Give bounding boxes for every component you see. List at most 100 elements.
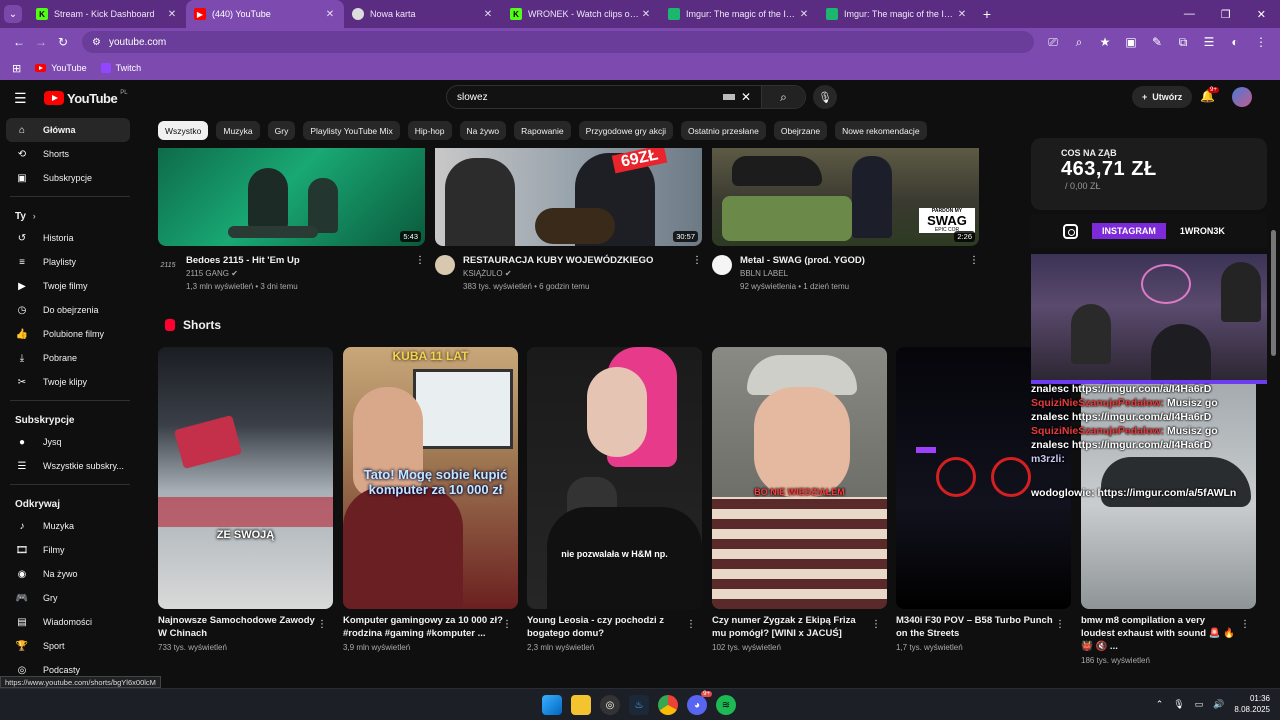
video-title[interactable]: Bedoes 2115 - Hit 'Em Up: [186, 255, 415, 267]
tab-close-icon[interactable]: ✕: [166, 9, 178, 20]
create-button[interactable]: + Utwórz: [1132, 86, 1193, 108]
short-card[interactable]: nie pozwalała w H&M np. Young Leosia - c…: [527, 347, 702, 652]
site-info-icon[interactable]: ⚙: [92, 37, 101, 48]
sidebar-item-home[interactable]: ⌂ Główna: [6, 118, 130, 142]
sidebar-item-news[interactable]: ▤ Wiadomości: [6, 610, 130, 634]
filter-chip[interactable]: Hip-hop: [407, 121, 452, 140]
video-card[interactable]: 69ZŁ 30:57 RESTAURACJA KUBY WOJEWÓDZKIEG…: [435, 148, 702, 293]
sidebar-item-download[interactable]: ⤓ Pobrane: [6, 346, 130, 370]
sidebar-item-music[interactable]: ♪ Muzyka: [6, 514, 130, 538]
cast-icon[interactable]: ⎚: [1042, 31, 1064, 53]
video-title[interactable]: Metal - SWAG (prod. YGOD): [740, 255, 969, 267]
minimize-icon[interactable]: —: [1184, 8, 1195, 21]
page-scrollbar[interactable]: [1271, 230, 1276, 356]
video-thumbnail[interactable]: 69ZŁ 30:57: [435, 148, 702, 246]
sidebar-item-all-subscriptions[interactable]: ☰ Wszystkie subskry...: [6, 454, 130, 478]
sidebar-item-sport[interactable]: 🏆 Sport: [6, 634, 130, 658]
apps-grid-icon[interactable]: ⊞: [12, 62, 21, 75]
short-options-icon[interactable]: ⋮: [1055, 619, 1065, 630]
short-options-icon[interactable]: ⋮: [1240, 619, 1250, 630]
short-title[interactable]: bmw m8 compilation a very loudest exhaus…: [1081, 614, 1241, 653]
reload-icon[interactable]: ↻: [52, 31, 74, 53]
sidebar-item-your-videos[interactable]: ▶ Twoje filmy: [6, 274, 130, 298]
steam-icon[interactable]: ♨: [629, 695, 649, 715]
search-input[interactable]: slowez: [447, 92, 723, 103]
file-explorer-icon[interactable]: [571, 695, 591, 715]
discord-icon[interactable]: ◕ 9+: [687, 691, 712, 715]
browser-tab[interactable]: ▶ (440) YouTube ✕: [186, 0, 344, 28]
extension-icon[interactable]: ▣: [1120, 31, 1142, 53]
search-button[interactable]: ⌕: [761, 86, 805, 108]
filter-chip[interactable]: Gry: [267, 121, 296, 140]
filter-chip[interactable]: Wszystko: [158, 121, 209, 140]
video-options-icon[interactable]: ⋮: [969, 255, 979, 293]
video-options-icon[interactable]: ⋮: [415, 255, 425, 293]
video-title[interactable]: RESTAURACJA KUBY WOJEWÓDZKIEGO: [463, 255, 692, 267]
youtube-logo[interactable]: YouTube PL: [44, 90, 128, 106]
guide-menu-icon[interactable]: ☰: [14, 90, 32, 107]
browser-tab[interactable]: K WRONEK - Watch clips on Kick✕: [502, 0, 660, 28]
sidebar-item-subscriptions[interactable]: ▣ Subskrypcje: [6, 166, 130, 190]
channel-name[interactable]: KSIĄŻULO ✔: [463, 267, 692, 280]
video-thumbnail[interactable]: PARDON MY SWAG EPIC COR 2:26: [712, 148, 979, 246]
tab-close-icon[interactable]: ✕: [640, 9, 652, 20]
short-card[interactable]: BO NIE WIEDZIAŁEM Czy numer Zygzak z Eki…: [712, 347, 887, 652]
tray-chevron-icon[interactable]: ⌃: [1156, 699, 1164, 710]
short-thumbnail[interactable]: ZE SWOJĄ: [158, 347, 333, 609]
filter-chip[interactable]: Muzyka: [216, 121, 260, 140]
channel-name[interactable]: BBLN LABEL: [740, 267, 969, 280]
filter-chip[interactable]: Przygodowe gry akcji: [578, 121, 673, 140]
profile-icon[interactable]: ◐: [1224, 31, 1246, 53]
short-options-icon[interactable]: ⋮: [871, 619, 881, 630]
short-card[interactable]: KUBA 11 LAT Tato! Mogę sobie kupić kompu…: [343, 347, 518, 652]
filter-chip[interactable]: Nowe rekomendacje: [835, 121, 927, 140]
taskbar-clock[interactable]: 01:36 8.08.2025: [1234, 693, 1270, 715]
browser-tab[interactable]: K Stream - Kick Dashboard ✕: [28, 0, 186, 28]
short-options-icon[interactable]: ⋮: [686, 619, 696, 630]
sidebar-item-gaming[interactable]: 🎮 Gry: [6, 586, 130, 610]
network-icon[interactable]: ▭: [1195, 699, 1204, 710]
sidebar-item-clips[interactable]: ✂ Twoje klipy: [6, 370, 130, 394]
browser-tab[interactable]: Nowa karta ✕: [344, 0, 502, 28]
filter-chip[interactable]: Playlisty YouTube Mix: [303, 121, 400, 140]
sidebar-item-history[interactable]: ↺ Historia: [6, 226, 130, 250]
channel-avatar[interactable]: 2115: [158, 255, 178, 275]
sidebar-item-watch-later[interactable]: ◷ Do obejrzenia: [6, 298, 130, 322]
short-title[interactable]: Young Leosia - czy pochodzi z bogatego d…: [527, 614, 687, 640]
tab-close-icon[interactable]: ✕: [482, 9, 494, 20]
zoom-icon[interactable]: ⌕: [1068, 31, 1090, 53]
tab-close-icon[interactable]: ✕: [956, 9, 968, 20]
address-bar[interactable]: ⚙ youtube.com: [82, 31, 1034, 53]
sidebar-item-playlists[interactable]: ≡ Playlisty: [6, 250, 130, 274]
channel-name[interactable]: 2115 GANG ✔: [186, 267, 415, 280]
voice-search-button[interactable]: 🎙: [813, 85, 837, 109]
close-window-icon[interactable]: ✕: [1257, 8, 1266, 21]
translate-extension-icon[interactable]: ✎: [1146, 31, 1168, 53]
filter-chip[interactable]: Rapowanie: [514, 121, 571, 140]
tab-close-icon[interactable]: ✕: [798, 9, 810, 20]
short-title[interactable]: Czy numer Zygzak z Ekipą Friza mu pomógł…: [712, 614, 872, 640]
keyboard-icon[interactable]: [722, 94, 735, 100]
new-tab-button[interactable]: +: [976, 3, 998, 25]
short-title[interactable]: M340i F30 POV – B58 Turbo Punch on the S…: [896, 614, 1056, 640]
video-card[interactable]: PARDON MY SWAG EPIC COR 2:26 Metal - SWA…: [712, 148, 979, 293]
short-thumbnail[interactable]: KUBA 11 LAT Tato! Mogę sobie kupić kompu…: [343, 347, 518, 609]
short-thumbnail[interactable]: nie pozwalała w H&M np.: [527, 347, 702, 609]
sidebar-section-you[interactable]: Ty ›: [0, 203, 140, 226]
bookmark-twitch[interactable]: Twitch: [100, 63, 141, 73]
filter-chip[interactable]: Obejrzane: [773, 121, 828, 140]
bookmark-youtube[interactable]: YouTube: [35, 63, 87, 73]
video-thumbnail[interactable]: 5:43: [158, 148, 425, 246]
spotify-icon[interactable]: ≋: [716, 695, 736, 715]
account-avatar[interactable]: [1232, 87, 1252, 107]
filter-chip[interactable]: Na żywo: [459, 121, 507, 140]
chrome-icon[interactable]: [658, 695, 678, 715]
sidebar-item-shorts[interactable]: ⟲ Shorts: [6, 142, 130, 166]
tab-search-icon[interactable]: ⌄: [4, 5, 22, 23]
forward-icon[interactable]: →: [30, 31, 52, 53]
volume-icon[interactable]: 🔊: [1213, 699, 1224, 710]
browser-tab[interactable]: Imgur: The magic of the Internet✕: [818, 0, 976, 28]
sidebar-item-channel-avatar[interactable]: ● Jysq: [6, 430, 130, 454]
short-options-icon[interactable]: ⋮: [317, 619, 327, 630]
filter-chip[interactable]: Ostatnio przesłane: [680, 121, 766, 140]
